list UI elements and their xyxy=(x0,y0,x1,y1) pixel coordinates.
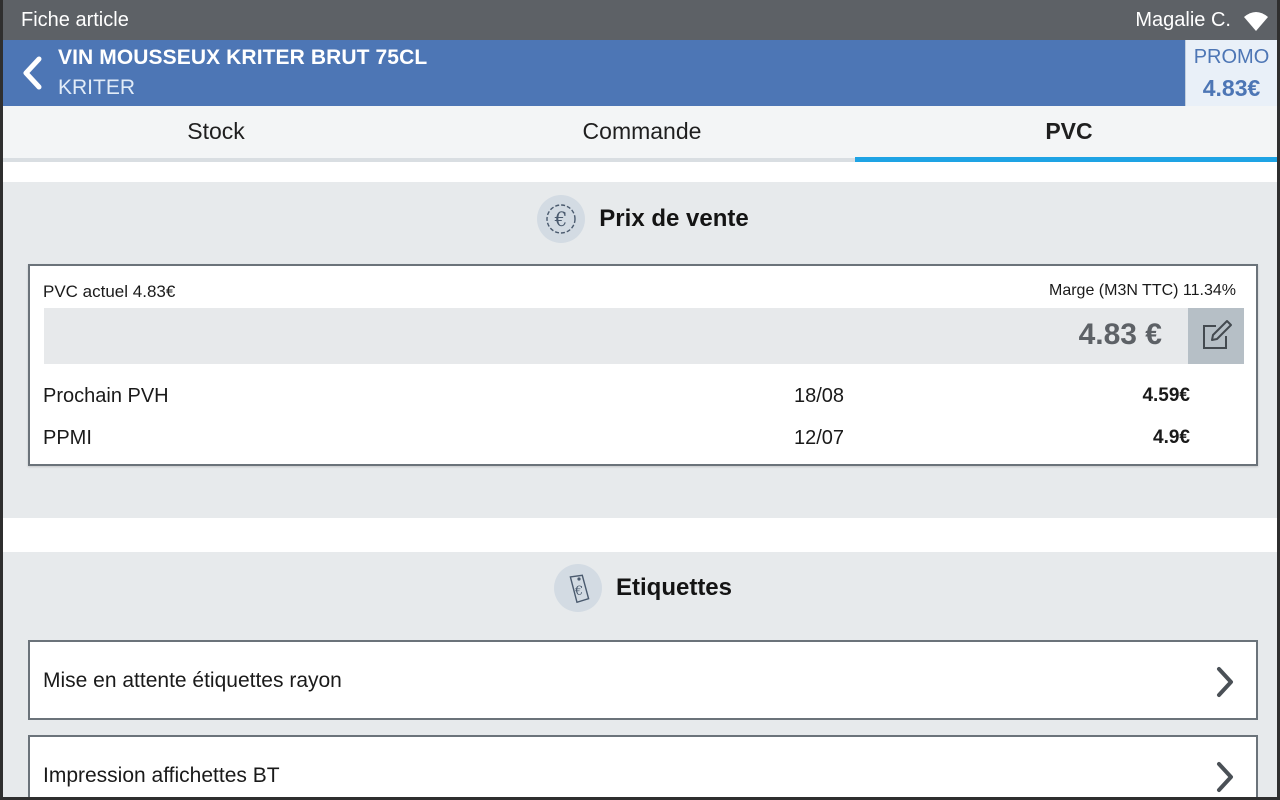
mise-en-attente-item[interactable]: Mise en attente étiquettes rayon xyxy=(28,640,1258,720)
product-name: VIN MOUSSEUX KRITER BRUT 75CL xyxy=(58,46,428,69)
impression-affichettes-item[interactable]: Impression affichettes BT xyxy=(28,735,1258,797)
etiquettes-section: € Etiquettes Mise en attente étiquettes … xyxy=(3,552,1277,797)
prix-de-vente-heading: € Prix de vente xyxy=(3,194,1277,244)
etiquettes-heading: € Etiquettes xyxy=(3,563,1277,613)
chevron-right-icon xyxy=(1214,761,1236,793)
svg-text:€: € xyxy=(574,584,583,599)
prochain-pvh-row: Prochain PVH 18/08 4.59€ xyxy=(43,385,1243,415)
prix-de-vente-title: Prix de vente xyxy=(599,205,749,232)
svg-text:€: € xyxy=(554,207,568,231)
prix-de-vente-section: € Prix de vente PVC actuel 4.83€ Marge (… xyxy=(3,182,1277,518)
promo-badge: PROMO 4.83€ xyxy=(1185,40,1277,106)
section-separator xyxy=(3,518,1277,552)
wifi-icon xyxy=(1243,10,1269,32)
row-label: Prochain PVH xyxy=(43,385,169,407)
ppmi-row: PPMI 12/07 4.9€ xyxy=(43,427,1243,457)
tab-bar: Stock Commande PVC xyxy=(3,106,1277,162)
status-bar: Fiche article Magalie C. xyxy=(3,0,1277,40)
price-card: PVC actuel 4.83€ Marge (M3N TTC) 11.34% … xyxy=(28,264,1258,466)
price-field: 4.83 € xyxy=(44,308,1244,364)
row-date: 12/07 xyxy=(794,427,845,449)
tab-commande[interactable]: Commande xyxy=(429,106,855,162)
article-header: VIN MOUSSEUX KRITER BRUT 75CL KRITER PRO… xyxy=(3,40,1277,106)
tab-pvc[interactable]: PVC xyxy=(855,106,1277,162)
row-label: PPMI xyxy=(43,427,92,449)
tab-stock[interactable]: Stock xyxy=(3,106,429,162)
pvc-actuel: PVC actuel 4.83€ xyxy=(43,282,176,301)
list-item-label: Mise en attente étiquettes rayon xyxy=(43,669,342,692)
row-date: 18/08 xyxy=(794,385,845,407)
edit-price-button[interactable] xyxy=(1188,308,1244,364)
product-brand: KRITER xyxy=(58,76,136,99)
marge: Marge (M3N TTC) 11.34% xyxy=(1048,282,1236,299)
row-value: 4.9€ xyxy=(1153,427,1190,448)
list-item-label: Impression affichettes BT xyxy=(43,764,280,787)
status-bar-title: Fiche article xyxy=(21,9,129,31)
etiquettes-title: Etiquettes xyxy=(615,574,732,601)
row-value: 4.59€ xyxy=(1142,385,1190,406)
price-value: 4.83 € xyxy=(1078,318,1162,351)
user-name[interactable]: Magalie C. xyxy=(1135,9,1231,32)
chevron-left-icon xyxy=(23,56,42,90)
edit-icon xyxy=(1203,320,1232,349)
back-button[interactable] xyxy=(19,56,45,90)
euro-icon: € xyxy=(537,195,586,243)
price-tag-icon: € xyxy=(553,564,602,612)
spacer xyxy=(3,162,1277,182)
chevron-right-icon xyxy=(1214,666,1236,698)
promo-price: 4.83€ xyxy=(1202,75,1261,101)
app-frame: Fiche article Magalie C. VIN MOUSSEUX KR… xyxy=(0,0,1280,800)
promo-label: PROMO xyxy=(1193,46,1270,68)
